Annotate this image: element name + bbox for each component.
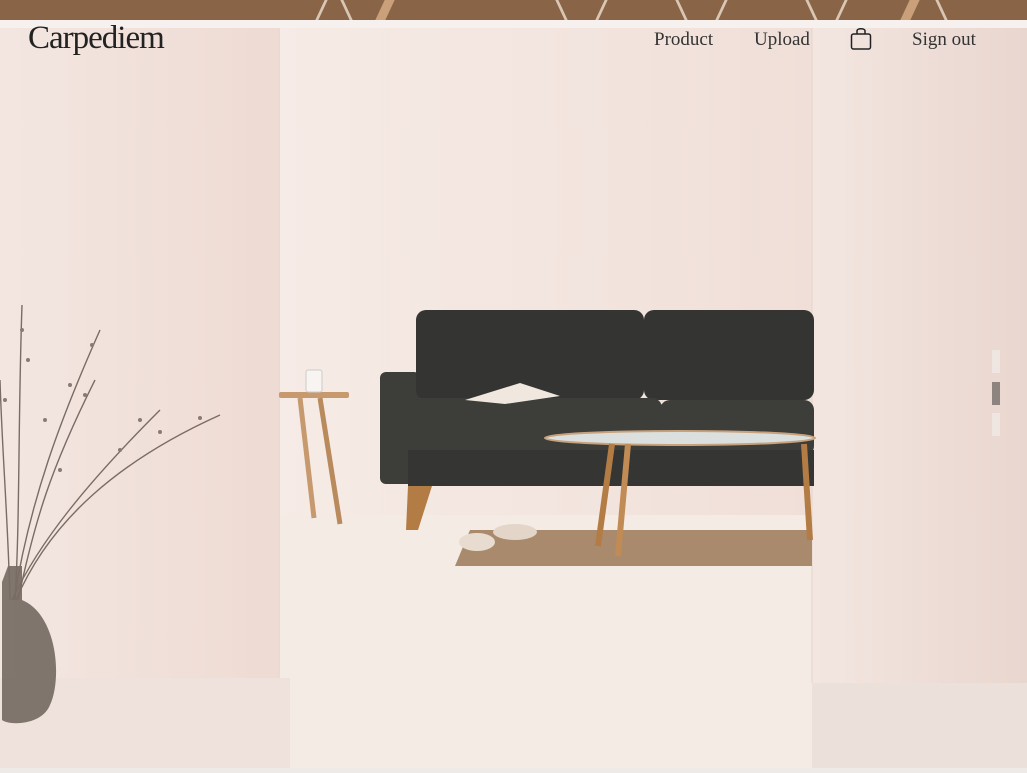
- nav-sign-out[interactable]: Sign out: [912, 29, 976, 51]
- living-room-illustration: [0, 28, 1027, 773]
- brand-logo[interactable]: Carpediem: [28, 20, 165, 57]
- bottom-border: [0, 768, 1027, 773]
- slide-dot-1[interactable]: [992, 350, 1000, 373]
- hero-image: [0, 28, 1027, 773]
- top-image-strip: [0, 0, 1027, 20]
- slide-dot-3[interactable]: [992, 413, 1000, 436]
- site-header: Carpediem Product Upload Sign out: [0, 20, 1027, 60]
- nav-upload[interactable]: Upload: [754, 29, 810, 51]
- slide-dot-2[interactable]: [992, 382, 1000, 405]
- nav-product[interactable]: Product: [654, 29, 713, 51]
- shopping-bag-icon[interactable]: [850, 26, 872, 50]
- shopping-bag-icon-graphic: [850, 28, 872, 50]
- slide-indicator: [992, 350, 1000, 436]
